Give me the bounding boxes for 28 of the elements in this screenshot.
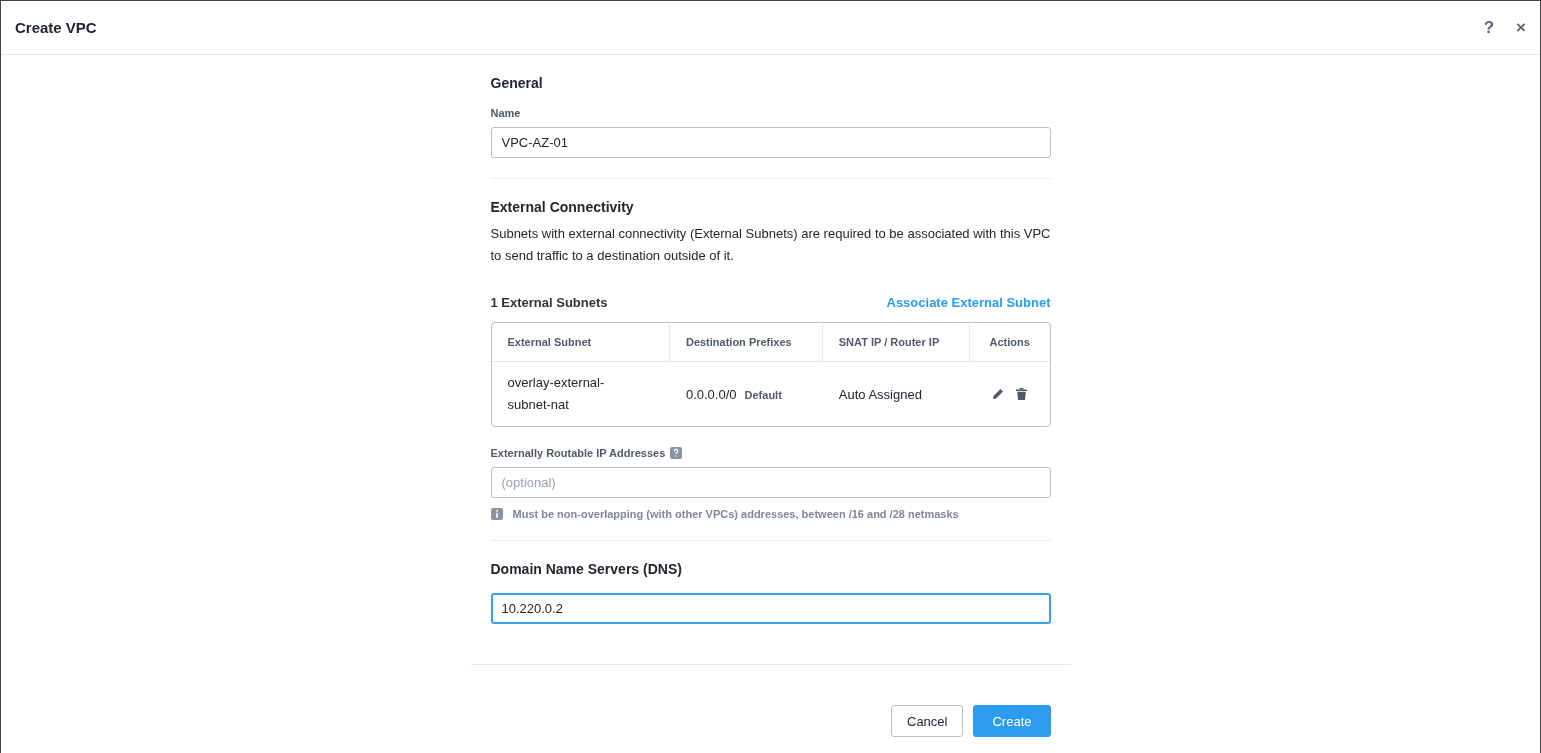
close-button[interactable]: × [1516, 17, 1526, 38]
hint-text: Must be non-overlapping (with other VPCs) addresses, between /16 and /28 netmasks [512, 508, 959, 520]
delete-icon[interactable] [1016, 388, 1028, 400]
subnet-count: 1 External Subnets [490, 295, 608, 310]
field-label: Externally Routable IP Addresses [490, 447, 666, 459]
table-cell: 0.0.0.0/0 [685, 386, 737, 402]
help-icon[interactable] [670, 447, 683, 459]
default-tag: Default [744, 388, 782, 401]
column-header: External Subnet [491, 323, 670, 362]
section-description: Subnets with external connectivity (External Subnets) are required to be associated with this VPC to send traffic to a destination outside of it. [490, 225, 1051, 265]
section-heading: General [490, 75, 544, 91]
ip-addresses-field[interactable]: (optional) [490, 467, 1051, 498]
window-title: Create VPC [15, 19, 98, 36]
info-icon [490, 508, 503, 520]
name-field[interactable]: VPC-AZ-01 [490, 127, 1051, 158]
column-header: SNAT IP / Router IP [822, 323, 970, 362]
column-header: Destination Prefixes [669, 323, 823, 362]
associate-link[interactable]: Associate External Subnet [886, 295, 1051, 310]
column-header: Actions [969, 323, 1050, 362]
dns-field[interactable]: 10.220.0.2 [490, 593, 1051, 624]
section-heading: Domain Name Servers (DNS) [490, 561, 683, 577]
help-button[interactable]: ? [1483, 17, 1495, 38]
table-cell: Auto Assigned [838, 386, 922, 402]
edit-icon[interactable] [992, 388, 1005, 400]
cancel-button[interactable]: Cancel [891, 705, 964, 737]
section-heading: External Connectivity [490, 199, 635, 215]
table-cell-text: overlay-external-subnet-nat [507, 374, 606, 414]
field-label: Name [490, 107, 522, 119]
